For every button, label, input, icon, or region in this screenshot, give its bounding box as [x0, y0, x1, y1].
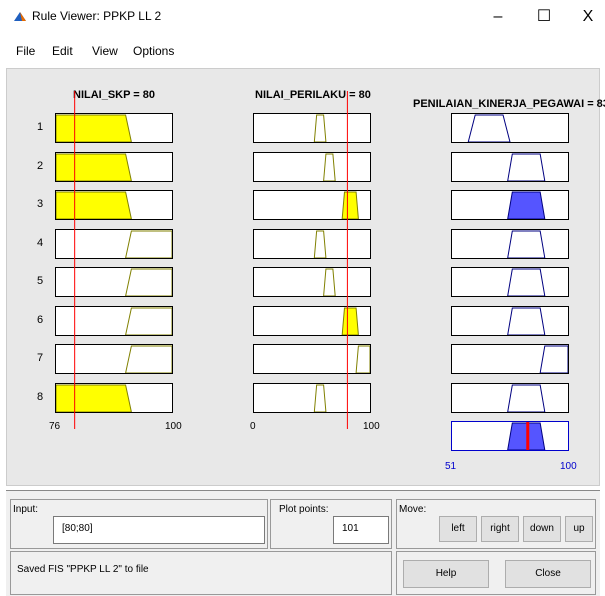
input-label: Input: [13, 504, 39, 515]
matlab-icon [14, 12, 26, 21]
plot-points-panel: Plot points: 101 [270, 499, 392, 549]
input-panel: Input: [80;80] [10, 499, 268, 549]
menu-file[interactable]: File [16, 44, 35, 58]
plot-points-label: Plot points: [279, 504, 329, 515]
help-button[interactable]: Help [403, 560, 489, 588]
maximize-button[interactable]: ☐ [524, 6, 564, 30]
window-title: Rule Viewer: PPKP LL 2 [32, 9, 162, 23]
move-up-button[interactable]: up [565, 516, 593, 542]
move-left-button[interactable]: left [439, 516, 477, 542]
minimize-button[interactable]: – [478, 6, 518, 30]
move-right-button[interactable]: right [481, 516, 519, 542]
title-bar: Rule Viewer: PPKP LL 2 – ☐ X [0, 0, 605, 34]
move-panel: Move: left right down up [396, 499, 596, 549]
action-panel: Help Close [396, 551, 596, 595]
move-down-button[interactable]: down [523, 516, 561, 542]
menu-edit[interactable]: Edit [52, 44, 73, 58]
value-indicators [74, 91, 348, 429]
close-dialog-button[interactable]: Close [505, 560, 591, 588]
menu-bar: File Edit View Options [0, 40, 605, 62]
move-label: Move: [399, 504, 427, 515]
status-text: Saved FIS "PPKP LL 2" to file [17, 564, 149, 575]
status-panel: Saved FIS "PPKP LL 2" to file [10, 551, 392, 595]
plot-points-field[interactable]: 101 [333, 516, 389, 544]
control-area: Input: [80;80] Plot points: 101 Move: le… [6, 490, 600, 596]
input-field[interactable]: [80;80] [53, 516, 265, 544]
menu-options[interactable]: Options [133, 44, 174, 58]
menu-view[interactable]: View [92, 44, 118, 58]
rule-plot-area: NILAI_SKP = 80 NILAI_PERILAKU = 80 PENIL… [6, 68, 605, 486]
close-button[interactable]: X [568, 6, 605, 30]
